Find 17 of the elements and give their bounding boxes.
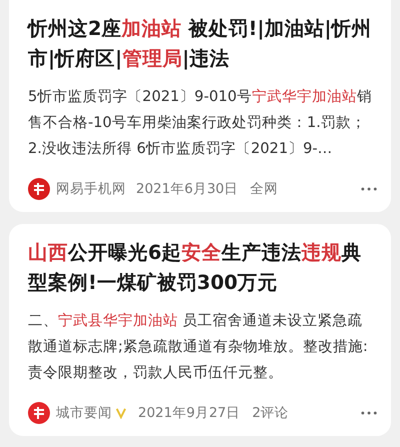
- article-snippet: 5忻市监质罚字〔2021〕9-010号宁武华宇加油站销售不合格-10号车用柴油案行政处罚种类：1.罚款；2.没收违法所得 6忻市监质罚字〔2021〕9-…: [28, 87, 373, 159]
- article-meta: 2评论: [252, 404, 289, 422]
- article-card[interactable]: 忻州这2座加油站 被处罚!|加油站|忻州市|忻府区|管理局|违法 5忻市监质罚字〔2021〕9-010号宁武华宇加油站销售不合格-10号车用柴油案行政处罚种类：1.罚款；2.没收违法所得 6忻市监质罚字〔2021〕9-… 网易手机网 2021年6月30日 全网: [9, 0, 391, 212]
- article-snippet: 二、宁武县华宇加油站 员工宿舍通道未设立紧急疏散通道标志牌;紧急疏散通道有杂物堆放。整改措施:责令限期整改，罚款人民币伍仟元整。: [28, 311, 369, 383]
- article-title[interactable]: 山西公开曝光6起安全生产违法违规典型案例!一煤矿被罚300万元: [28, 238, 377, 298]
- source-logo-icon: [28, 402, 50, 424]
- publish-date: 2021年9月27日: [138, 404, 240, 422]
- publish-date: 2021年6月30日: [136, 180, 238, 198]
- more-icon[interactable]: [361, 411, 377, 415]
- more-icon[interactable]: [361, 187, 377, 191]
- article-card[interactable]: 山西公开曝光6起安全生产违法违规典型案例!一煤矿被罚300万元 二、宁武县华宇加油站 员工宿舍通道未设立紧急疏散通道标志牌;紧急疏散通道有杂物堆放。整改措施:责令限期整改，罚款人民币伍仟元整。 城市要闻 2021年9月27日 2评论: [9, 224, 391, 436]
- source-logo-icon: [28, 178, 50, 200]
- source-name[interactable]: 城市要闻: [56, 404, 112, 422]
- source-name[interactable]: 网易手机网: [56, 180, 126, 198]
- article-meta: 全网: [250, 180, 278, 198]
- article-title[interactable]: 忻州这2座加油站 被处罚!|加油站|忻州市|忻府区|管理局|违法: [28, 14, 377, 74]
- verified-icon: [116, 407, 126, 419]
